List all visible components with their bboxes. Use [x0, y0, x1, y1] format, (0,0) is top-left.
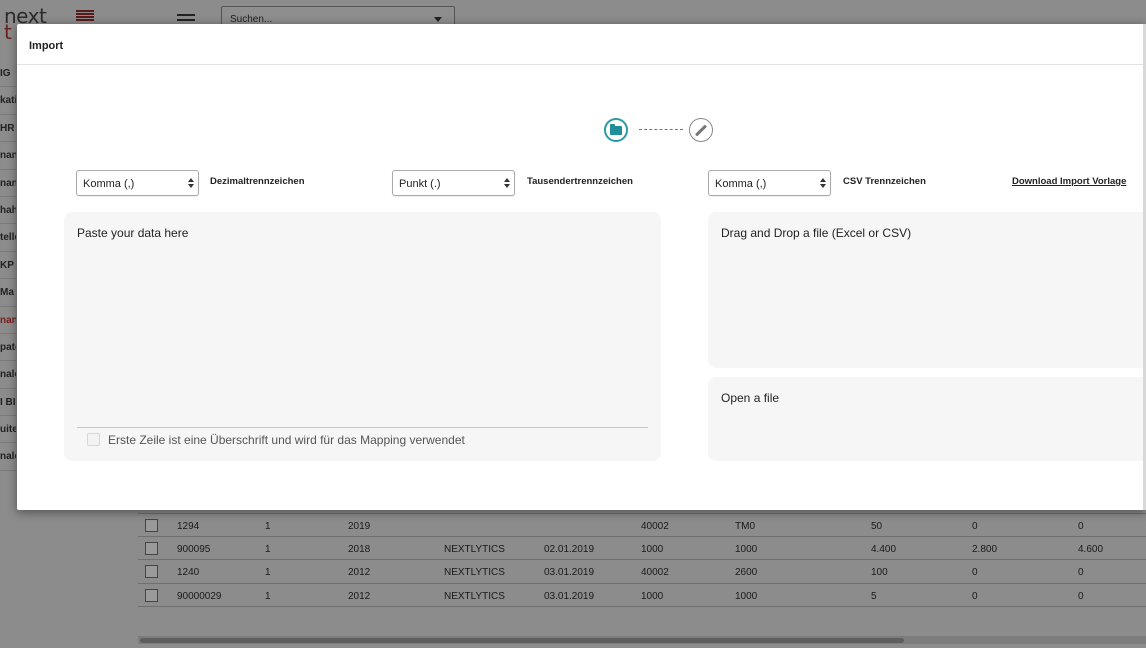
sidebar-item[interactable]: nale	[0, 361, 16, 389]
sidebar-item[interactable]: HR	[0, 115, 16, 143]
sidebar-item[interactable]: katic	[0, 87, 16, 115]
sidebar-item[interactable]: nan	[0, 142, 16, 170]
table-cell: 1294	[177, 521, 200, 532]
open-file-text: Open a file	[721, 391, 780, 405]
import-stepper	[604, 118, 716, 144]
thousands-separator-label: Tausendertrennzeichen	[527, 176, 633, 187]
table-cell: 5	[871, 590, 877, 602]
table-cell: 40002	[641, 521, 669, 532]
table-cell: 4.600	[1078, 543, 1104, 555]
table-cell: 1000	[735, 543, 758, 555]
table-cell: 0	[1078, 567, 1084, 579]
decimal-separator-select[interactable]: Komma (,)	[76, 170, 199, 196]
table-cell: 0	[1078, 590, 1084, 602]
table-cell: 2.800	[972, 543, 998, 555]
table-cell: 40002	[641, 567, 669, 579]
table-cell: 2600	[735, 567, 758, 579]
table-cell: 1240	[177, 567, 200, 579]
thousands-separator-select[interactable]: Punkt (.)	[392, 170, 515, 196]
divider	[77, 427, 648, 428]
table-cell: 900095	[177, 543, 211, 555]
select-arrows-icon	[504, 178, 510, 190]
table-cell: 0	[972, 521, 978, 532]
table-cell: NEXTLYTICS	[444, 543, 505, 555]
csv-separator-select[interactable]: Komma (,)	[708, 170, 831, 196]
sidebar: IG katic HR nan nan hahn telle KP - Ma n…	[0, 60, 16, 471]
table-cell: 1000	[641, 543, 664, 555]
download-template-link[interactable]: Download Import Vorlage	[1012, 176, 1126, 187]
paste-data-area[interactable]: Paste your data here Erste Zeile ist ein…	[64, 212, 661, 461]
sidebar-item[interactable]: KP -	[0, 252, 16, 280]
dialog-title: Import	[29, 40, 64, 52]
csv-separator-label: CSV Trennzeichen	[843, 176, 926, 187]
row-checkbox[interactable]	[145, 541, 158, 555]
sidebar-item[interactable]: hahn	[0, 197, 16, 225]
table-cell: 1000	[735, 590, 758, 602]
header-row-checkbox-label: Erste Zeile ist eine Überschrift und wir…	[108, 433, 465, 447]
dialog-header: Import	[17, 24, 1146, 65]
table-cell: 2012	[348, 590, 371, 602]
select-arrows-icon	[820, 178, 826, 190]
open-file-button[interactable]: Open a file	[708, 377, 1146, 461]
table-row[interactable]: 1240 1 2012 NEXTLYTICS 03.01.2019 40002 2600 10…	[138, 560, 1146, 584]
header-row-checkbox[interactable]	[87, 433, 100, 446]
sidebar-item[interactable]: pate	[0, 334, 16, 362]
table-cell: 0	[972, 590, 978, 602]
sidebar-item[interactable]: Ma	[0, 279, 16, 307]
scrollbar-thumb[interactable]	[140, 638, 904, 643]
pencil-icon	[694, 124, 708, 137]
table-cell: 2019	[348, 521, 371, 532]
table-cell: 1	[265, 590, 271, 602]
table-cell: 1	[265, 521, 271, 532]
table-cell: TM0	[735, 521, 755, 532]
sidebar-item[interactable]: IG	[0, 60, 16, 88]
horizontal-scrollbar[interactable]	[138, 636, 1146, 644]
sidebar-item-active[interactable]: nan	[0, 307, 16, 334]
row-checkbox[interactable]	[145, 565, 158, 579]
table-cell: 03.01.2019	[544, 567, 595, 579]
sidebar-item[interactable]: nan	[0, 170, 16, 197]
table-cell: NEXTLYTICS	[444, 567, 505, 579]
table-cell: 0	[1078, 521, 1084, 532]
decimal-separator-label: Dezimaltrennzeichen	[210, 176, 305, 187]
table-cell: 2018	[348, 543, 371, 555]
file-drop-zone[interactable]: Drag and Drop a file (Excel or CSV)	[708, 212, 1146, 368]
chevron-down-icon	[434, 17, 442, 22]
row-checkbox[interactable]	[145, 588, 158, 602]
data-table: 1294 1 2019 40002 TM0 50 0 0 900095 1 2018 NEXTLYTI…	[138, 513, 1146, 608]
sidebar-item[interactable]: uite	[0, 416, 16, 444]
select-value: Komma (,)	[715, 178, 767, 190]
table-cell: NEXTLYTICS	[444, 590, 505, 602]
table-cell: 0	[972, 567, 978, 579]
folder-icon	[610, 124, 622, 135]
table-row[interactable]: 900095 1 2018 NEXTLYTICS 02.01.2019 1000 1000 4…	[138, 537, 1146, 561]
table-cell: 1	[265, 543, 271, 555]
select-arrows-icon	[188, 178, 194, 190]
logo-flag-icon	[76, 9, 94, 21]
table-cell: 100	[871, 567, 888, 579]
drop-zone-text: Drag and Drop a file (Excel or CSV)	[721, 226, 912, 240]
sidebar-item[interactable]: I BI	[0, 389, 16, 417]
table-cell: 1	[265, 567, 271, 579]
table-cell: 1000	[641, 590, 664, 602]
table-row[interactable]: 1294 1 2019 40002 TM0 50 0 0	[138, 513, 1146, 537]
paste-placeholder: Paste your data here	[77, 226, 189, 240]
table-cell: 03.01.2019	[544, 590, 595, 602]
table-cell: 02.01.2019	[544, 543, 595, 555]
app-logo-sub: t	[4, 20, 12, 44]
step-upload[interactable]	[604, 118, 628, 142]
step-connector	[639, 129, 683, 130]
table-cell: 50	[871, 521, 883, 532]
sidebar-item[interactable]: nale	[0, 443, 16, 471]
step-mapping[interactable]	[689, 118, 713, 142]
table-cell: 4.400	[871, 543, 897, 555]
select-value: Punkt (.)	[399, 178, 441, 190]
sidebar-item[interactable]: telle	[0, 224, 16, 252]
row-checkbox[interactable]	[145, 519, 158, 532]
select-value: Komma (,)	[83, 178, 135, 190]
import-dialog: Import Komma (,) Dezimaltrennzeichen Pun…	[17, 24, 1146, 510]
table-row[interactable]: 90000029 1 2012 NEXTLYTICS 03.01.2019 1000 100…	[138, 584, 1146, 608]
table-cell: 90000029	[177, 590, 222, 602]
table-cell: 2012	[348, 567, 371, 579]
